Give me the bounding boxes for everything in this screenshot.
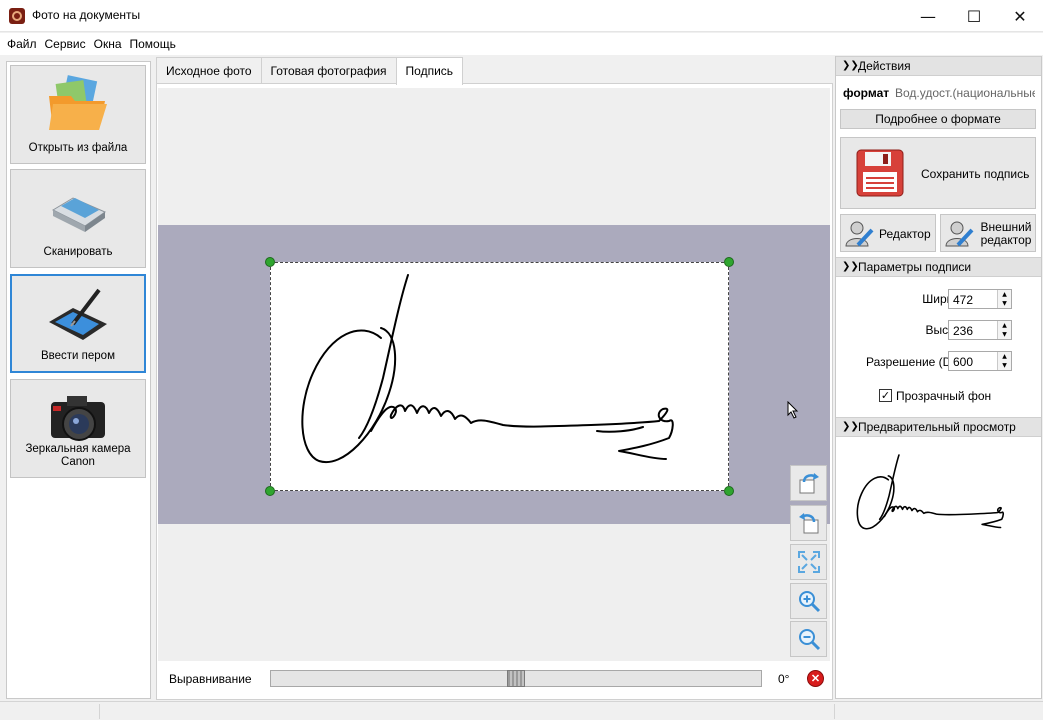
external-editor-line1: Внешний xyxy=(980,220,1032,234)
menu-file[interactable]: Файл xyxy=(3,33,41,55)
format-value: Вод.удост.(национальные, xyxy=(895,86,1035,100)
status-bar xyxy=(0,701,1043,720)
save-signature-button[interactable]: Сохранить подпись xyxy=(840,137,1036,209)
pen-tablet-icon xyxy=(49,288,107,340)
fit-to-window-button[interactable] xyxy=(790,544,827,580)
height-stepper[interactable]: ▲ ▼ xyxy=(997,321,1011,339)
maximize-button[interactable]: ☐ xyxy=(951,0,997,32)
alignment-label: Выравнивание xyxy=(169,672,252,686)
menu-service[interactable]: Сервис xyxy=(41,33,90,55)
reset-alignment-button[interactable]: ✕ xyxy=(807,670,824,687)
pen-input-button[interactable]: Ввести пером xyxy=(10,274,146,373)
fit-screen-icon xyxy=(797,551,820,573)
format-details-button[interactable]: Подробнее о формате xyxy=(840,109,1036,129)
width-stepper[interactable]: ▲ ▼ xyxy=(997,290,1011,308)
signature-crop-frame[interactable] xyxy=(270,262,729,491)
menu-windows[interactable]: Окна xyxy=(90,33,126,55)
rotate-left-button[interactable] xyxy=(790,505,827,541)
scanner-icon xyxy=(51,197,107,232)
signature-preview xyxy=(856,454,1005,530)
scan-button[interactable]: Сканировать xyxy=(10,169,146,268)
dpi-spinbox[interactable]: 600 ▲ ▼ xyxy=(948,351,1012,371)
close-icon: ✕ xyxy=(810,673,821,685)
rotate-left-icon xyxy=(798,513,818,534)
width-spinbox[interactable]: 472 ▲ ▼ xyxy=(948,289,1012,309)
tab-bar: Исходное фото Готовая фотография Подпись xyxy=(156,57,464,85)
signature-params-header[interactable]: ❯❯ Параметры подписи xyxy=(836,257,1041,277)
zoom-out-button[interactable] xyxy=(790,621,827,657)
crop-handle-top-right[interactable] xyxy=(724,257,734,267)
dpi-stepper[interactable]: ▲ ▼ xyxy=(997,352,1011,370)
canon-camera-button[interactable]: Зеркальная камера Canon xyxy=(10,379,146,478)
title-bar: Фото на документы — ☐ ✕ xyxy=(0,0,1043,32)
alignment-value: 0° xyxy=(778,672,790,686)
transparent-bg-checkbox[interactable]: ✓ xyxy=(879,389,892,402)
preview-header[interactable]: ❯❯ Предварительный просмотр xyxy=(836,417,1041,437)
external-editor-line2: редактор xyxy=(980,233,1032,247)
transparent-bg-label: Прозрачный фон xyxy=(896,389,992,403)
mouse-cursor-icon xyxy=(787,401,799,419)
height-spinbox[interactable]: 236 ▲ ▼ xyxy=(948,320,1012,340)
rotate-right-button[interactable] xyxy=(790,465,827,501)
zoom-in-button[interactable] xyxy=(790,583,827,619)
user-edit-icon xyxy=(845,221,874,247)
menu-help[interactable]: Помощь xyxy=(126,33,180,55)
crop-handle-top-left[interactable] xyxy=(265,257,275,267)
zoom-in-icon xyxy=(798,591,820,613)
user-edit-icon xyxy=(945,221,974,247)
menu-bar: Файл Сервис Окна Помощь xyxy=(0,33,1043,55)
tab-final-photo[interactable]: Готовая фотография xyxy=(260,57,397,84)
editor-button[interactable]: Редактор xyxy=(840,214,936,252)
app-icon xyxy=(9,8,25,24)
chevron-down-icon: ❯❯ xyxy=(842,421,859,432)
actions-header[interactable]: ❯❯ Действия xyxy=(836,56,1041,76)
crop-handle-bottom-left[interactable] xyxy=(265,486,275,496)
tab-original-photo[interactable]: Исходное фото xyxy=(156,57,262,84)
minimize-button[interactable]: — xyxy=(905,0,951,32)
close-button[interactable]: ✕ xyxy=(997,0,1043,32)
window-title: Фото на документы xyxy=(32,8,141,22)
camera-icon xyxy=(51,396,105,441)
floppy-disk-icon xyxy=(856,149,904,197)
tab-signature[interactable]: Подпись xyxy=(395,57,464,85)
external-editor-button[interactable]: Внешний редактор xyxy=(940,214,1036,252)
signature-drawing xyxy=(301,274,674,464)
crop-handle-bottom-right[interactable] xyxy=(724,486,734,496)
rotate-right-icon xyxy=(799,473,819,494)
zoom-out-icon xyxy=(798,629,820,651)
folder-photos-icon xyxy=(49,75,107,130)
chevron-down-icon: ❯❯ xyxy=(842,261,859,272)
open-file-button[interactable]: Открыть из файла xyxy=(10,65,146,164)
chevron-down-icon: ❯❯ xyxy=(842,60,859,71)
alignment-slider-thumb[interactable] xyxy=(507,670,525,687)
format-label: формат xyxy=(843,86,890,100)
source-panel: Открыть из файла Сканировать Ввести перо… xyxy=(6,61,151,699)
